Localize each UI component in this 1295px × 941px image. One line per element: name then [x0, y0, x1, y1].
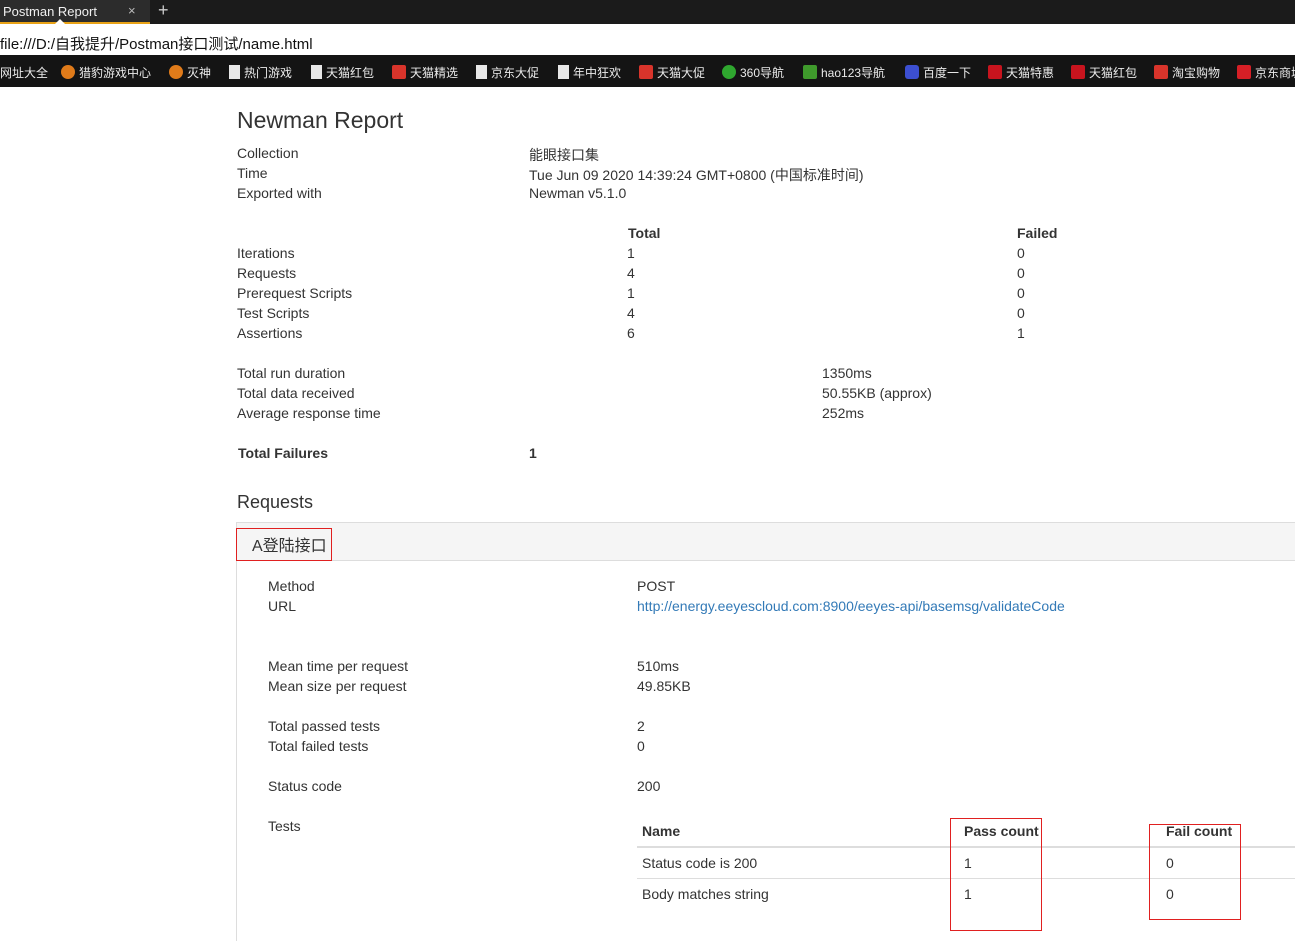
tmall-icon [988, 65, 1002, 79]
mean-time-value: 510ms [637, 658, 680, 674]
jd-icon [1237, 65, 1251, 79]
timing-value: 252ms [822, 405, 865, 421]
url-label: URL [268, 598, 297, 614]
liebao-icon [169, 65, 183, 79]
time-value: Tue Jun 09 2020 14:39:24 GMT+0800 (中国标准时… [529, 167, 864, 183]
requests-heading: Requests [237, 492, 314, 512]
failed-tests-label: Total failed tests [268, 738, 369, 754]
annotation-box-fail-count [1149, 824, 1241, 920]
bookmark-item[interactable]: 天猫精选 [392, 64, 458, 81]
status-code-value: 200 [637, 778, 661, 794]
tmall-icon [1071, 65, 1085, 79]
new-tab-icon[interactable]: + [158, 0, 169, 21]
summary-row-failed: 0 [1017, 245, 1025, 261]
hao123-icon [803, 65, 817, 79]
annotation-box-request-name [236, 528, 332, 561]
mean-size-label: Mean size per request [268, 678, 407, 694]
document-icon [311, 65, 322, 79]
test-row-name: Body matches string [642, 886, 769, 902]
test-row-name: Status code is 200 [642, 855, 758, 871]
liebao-icon [61, 65, 75, 79]
bookmarks-bar: 网址大全 猎豹游戏中心 灭神 热门游戏 天猫红包 天猫精选 京东大促 年中狂欢 … [0, 55, 1295, 87]
exported-label: Exported with [237, 185, 322, 201]
summary-row-label: Iterations [237, 245, 295, 261]
taobao-icon [392, 65, 406, 79]
timing-label: Average response time [237, 405, 381, 421]
summary-row-label: Prerequest Scripts [237, 285, 353, 301]
taobao-icon [639, 65, 653, 79]
browser-tab[interactable]: Postman Report × [0, 0, 150, 24]
time-label: Time [237, 165, 268, 181]
summary-row-total: 4 [627, 265, 635, 281]
summary-row-failed: 1 [1017, 325, 1025, 341]
status-code-label: Status code [268, 778, 342, 794]
summary-failed-header: Failed [1017, 225, 1058, 241]
total-failures-value: 1 [529, 445, 537, 461]
summary-row-total: 1 [627, 245, 635, 261]
method-value: POST [637, 578, 676, 594]
method-label: Method [268, 578, 315, 594]
bookmark-item[interactable]: 猎豹游戏中心 [61, 64, 151, 81]
summary-total-header: Total [628, 225, 661, 241]
summary-row-total: 6 [627, 325, 635, 341]
summary-row-total: 1 [627, 285, 635, 301]
timing-label: Total run duration [237, 365, 346, 381]
failed-tests-value: 0 [637, 738, 645, 754]
browser-tab-bar: Postman Report × + [0, 0, 1295, 25]
page-title: Newman Report [237, 107, 404, 133]
bookmark-item[interactable]: 天猫红包 [1071, 64, 1137, 81]
close-icon[interactable]: × [128, 3, 136, 18]
tests-label: Tests [268, 818, 301, 834]
bookmark-item[interactable]: hao123导航 [803, 64, 885, 81]
bookmark-item[interactable]: 天猫红包 [311, 64, 374, 81]
summary-row-failed: 0 [1017, 305, 1025, 321]
summary-row-label: Test Scripts [237, 305, 310, 321]
annotation-box-pass-count [950, 818, 1042, 931]
bookmark-item[interactable]: 年中狂欢 [558, 64, 621, 81]
bookmark-item[interactable]: 热门游戏 [229, 64, 292, 81]
baidu-icon [905, 65, 919, 79]
bookmark-item[interactable]: 淘宝购物 [1154, 64, 1220, 81]
passed-tests-label: Total passed tests [268, 718, 381, 734]
bookmark-item[interactable]: 京东大促 [476, 64, 539, 81]
bookmark-item[interactable]: 京东商城 [1237, 64, 1295, 81]
summary-row-total: 4 [627, 305, 635, 321]
summary-row-label: Requests [237, 265, 297, 281]
timing-value: 1350ms [822, 365, 872, 381]
bookmark-item[interactable]: 网址大全 [0, 64, 48, 81]
bookmark-item[interactable]: 天猫特惠 [988, 64, 1054, 81]
summary-row-label: Assertions [237, 325, 303, 341]
request-panel-body [236, 561, 1295, 941]
total-failures-label: Total Failures [238, 445, 328, 461]
request-panel-heading[interactable] [236, 522, 1295, 561]
bookmark-item[interactable]: 天猫大促 [639, 64, 705, 81]
document-icon [229, 65, 240, 79]
tab-title: Postman Report [3, 4, 97, 19]
request-url-link[interactable]: http://energy.eeyescloud.com:8900/eeyes-… [637, 598, 1065, 614]
passed-tests-value: 2 [637, 718, 645, 734]
mean-size-value: 49.85KB [637, 678, 691, 694]
timing-label: Total data received [237, 385, 355, 401]
summary-row-failed: 0 [1017, 285, 1025, 301]
bookmark-item[interactable]: 360导航 [722, 64, 784, 81]
address-bar[interactable]: file:///D:/自我提升/Postman接口测试/name.html [0, 31, 1295, 54]
bookmark-item[interactable]: 灭神 [169, 64, 211, 81]
summary-row-failed: 0 [1017, 265, 1025, 281]
url-text[interactable]: file:///D:/自我提升/Postman接口测试/name.html [0, 33, 313, 54]
mean-time-label: Mean time per request [268, 658, 409, 674]
taobao-icon [1154, 65, 1168, 79]
exported-value: Newman v5.1.0 [529, 185, 627, 201]
bookmark-item[interactable]: 百度一下 [905, 64, 971, 81]
collection-value: 能眼接口集 [529, 147, 599, 163]
360-icon [722, 65, 736, 79]
collection-label: Collection [237, 145, 299, 161]
document-icon [476, 65, 487, 79]
timing-value: 50.55KB (approx) [822, 385, 932, 401]
document-icon [558, 65, 569, 79]
tab-indicator [54, 19, 66, 25]
tests-col-name: Name [642, 823, 681, 839]
